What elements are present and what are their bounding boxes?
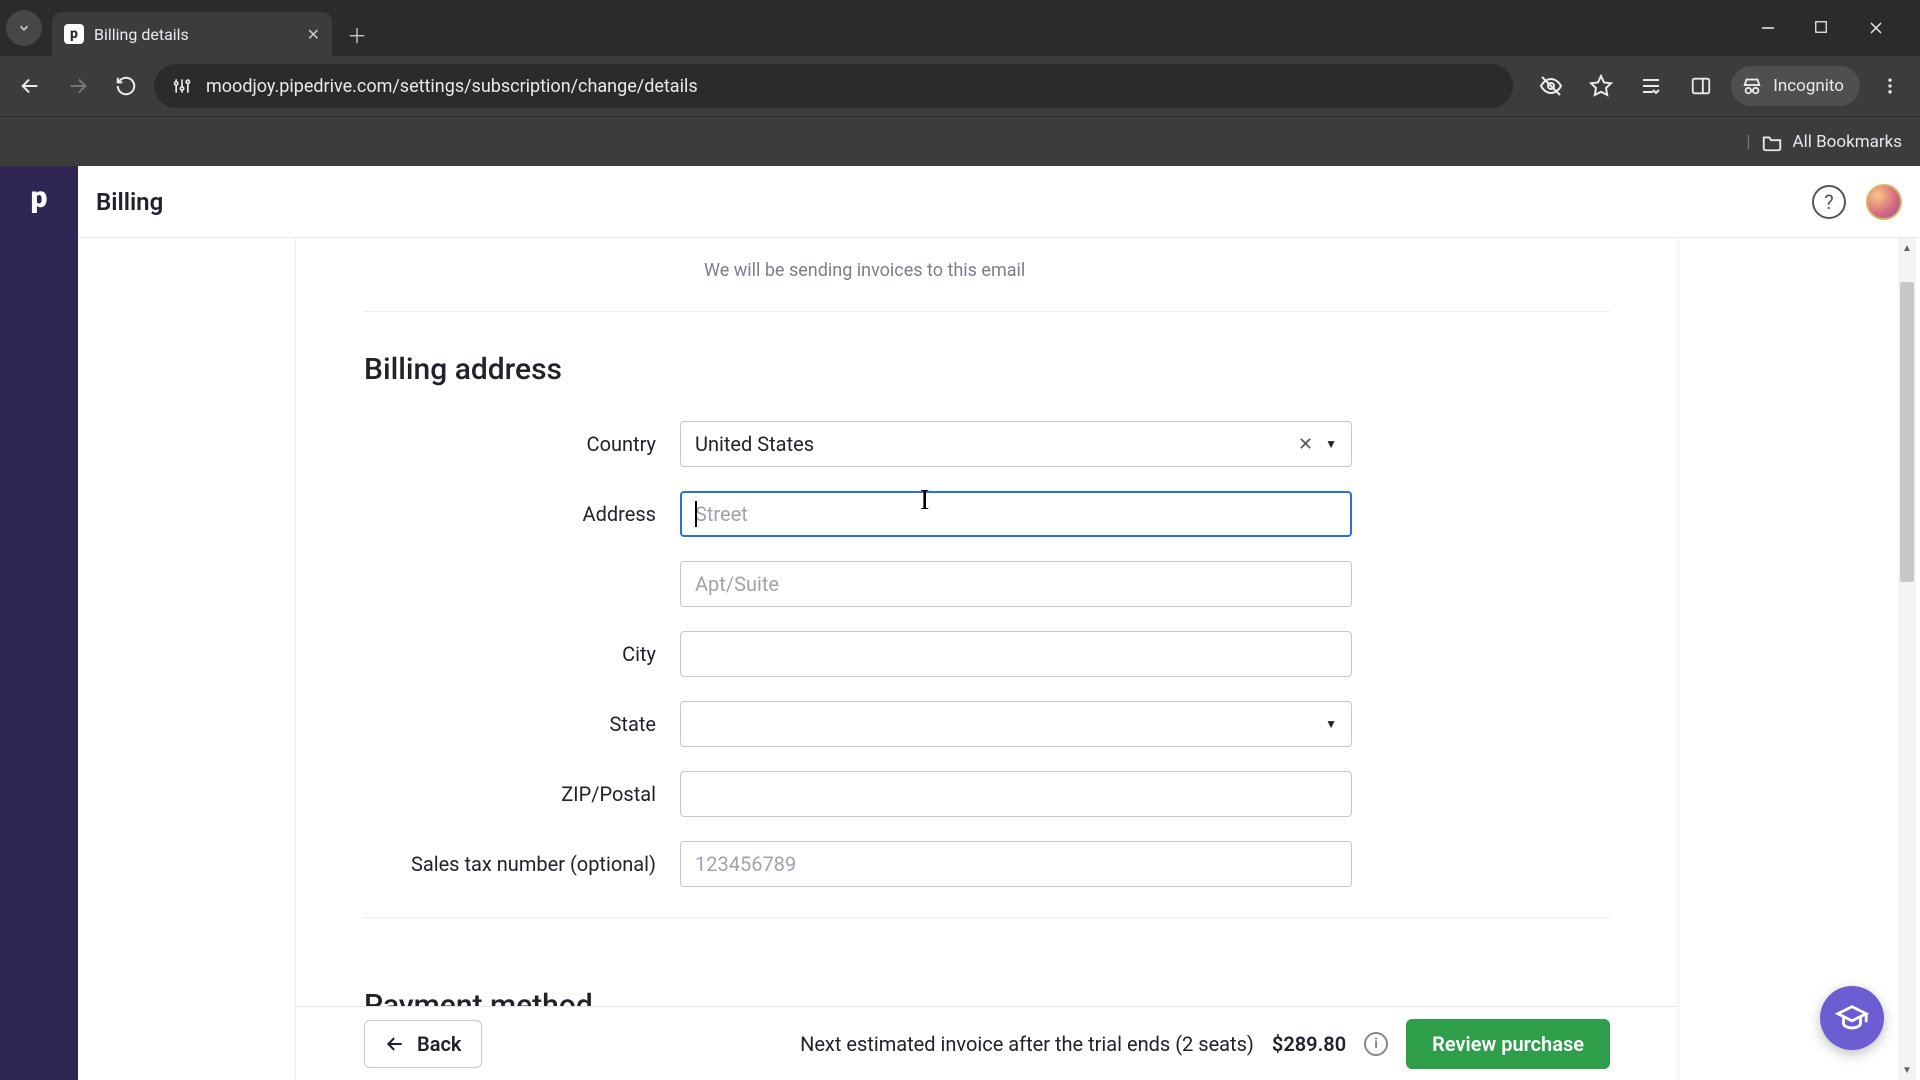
country-value: United States — [695, 432, 1298, 456]
bottom-bar: Back Next estimated invoice after the tr… — [296, 1006, 1678, 1080]
row-address-apt — [364, 561, 1610, 607]
apt-input-wrapper — [680, 561, 1352, 607]
app-header: Billing ? — [78, 166, 1920, 238]
arrow-left-icon — [385, 1034, 405, 1054]
invoice-text: Next estimated invoice after the trial e… — [800, 1032, 1254, 1056]
billing-card: We will be sending invoices to this emai… — [295, 238, 1679, 1080]
new-tab-button[interactable]: ＋ — [340, 17, 374, 51]
tab-favicon: p — [64, 24, 84, 44]
incognito-label: Incognito — [1773, 76, 1844, 96]
app-logo[interactable]: p — [22, 180, 56, 214]
close-window-button[interactable] — [1868, 20, 1896, 36]
scroll-down-icon[interactable]: ▼ — [1898, 1060, 1916, 1080]
city-input[interactable] — [695, 632, 1337, 676]
label-zip: ZIP/Postal — [364, 782, 680, 806]
scroll-up-icon[interactable]: ▲ — [1898, 238, 1916, 258]
separator: | — [1746, 132, 1750, 152]
info-icon[interactable]: i — [1364, 1032, 1388, 1056]
label-country: Country — [364, 432, 680, 456]
scrollbar[interactable]: ▲ ▼ — [1898, 238, 1916, 1080]
city-input-wrapper — [680, 631, 1352, 677]
divider — [364, 917, 1610, 918]
row-tax: Sales tax number (optional) — [364, 841, 1610, 887]
apt-input[interactable] — [695, 562, 1337, 606]
country-select[interactable]: United States ✕ ▼ — [680, 421, 1352, 467]
graduation-cap-icon — [1835, 1001, 1869, 1035]
reload-button[interactable] — [106, 66, 146, 106]
browser-toolbar: moodjoy.pipedrive.com/settings/subscript… — [0, 56, 1920, 116]
row-country: Country United States ✕ ▼ — [364, 421, 1610, 467]
tab-search-button[interactable] — [6, 10, 42, 46]
row-zip: ZIP/Postal — [364, 771, 1610, 817]
scroll-thumb[interactable] — [1900, 282, 1914, 582]
row-city: City — [364, 631, 1610, 677]
window-controls — [1760, 20, 1914, 36]
label-address: Address — [364, 502, 680, 526]
section-title-billing-address: Billing address — [364, 352, 1610, 387]
close-icon[interactable]: ✕ — [307, 25, 320, 44]
street-input[interactable] — [695, 493, 1337, 535]
zip-input[interactable] — [695, 772, 1337, 816]
url-text: moodjoy.pipedrive.com/settings/subscript… — [206, 76, 1495, 97]
tax-input-wrapper — [680, 841, 1352, 887]
incognito-icon — [1741, 75, 1763, 97]
row-address-street: Address I — [364, 491, 1610, 537]
maximize-button[interactable] — [1814, 20, 1842, 36]
browser-menu-icon[interactable] — [1870, 66, 1910, 106]
caret-down-icon: ▼ — [1325, 437, 1337, 451]
minimize-button[interactable] — [1760, 20, 1788, 36]
chevron-down-icon — [17, 21, 31, 35]
tax-input[interactable] — [695, 842, 1337, 886]
bookmarks-bar: | All Bookmarks — [0, 116, 1920, 166]
row-state: State ▼ — [364, 701, 1610, 747]
review-purchase-button[interactable]: Review purchase — [1406, 1019, 1610, 1069]
back-label: Back — [417, 1032, 461, 1056]
folder-icon — [1761, 131, 1783, 153]
divider — [364, 311, 1610, 312]
avatar[interactable] — [1866, 184, 1902, 220]
invoice-amount: $289.80 — [1272, 1032, 1346, 1056]
state-select[interactable]: ▼ — [680, 701, 1352, 747]
browser-chrome: p Billing details ✕ ＋ — [0, 0, 1920, 166]
app-main: Billing ? ▲ ▼ We will be sending invoice… — [78, 166, 1920, 1080]
reading-list-icon[interactable] — [1631, 66, 1671, 106]
side-panel-icon[interactable] — [1681, 66, 1721, 106]
bookmark-star-icon[interactable] — [1581, 66, 1621, 106]
app: p Billing ? ▲ ▼ We will be sending invoi… — [0, 166, 1920, 1080]
tab-title: Billing details — [94, 25, 297, 44]
content-area: ▲ ▼ We will be sending invoices to this … — [78, 238, 1920, 1080]
address-bar[interactable]: moodjoy.pipedrive.com/settings/subscript… — [154, 64, 1513, 108]
help-icon[interactable]: ? — [1812, 185, 1846, 219]
clear-icon[interactable]: ✕ — [1298, 434, 1313, 455]
site-settings-icon[interactable] — [172, 76, 192, 96]
forward-nav-button[interactable] — [58, 66, 98, 106]
zip-input-wrapper — [680, 771, 1352, 817]
label-state: State — [364, 712, 680, 736]
label-city: City — [364, 642, 680, 666]
page-title: Billing — [96, 188, 163, 216]
caret-down-icon: ▼ — [1325, 717, 1337, 731]
tab-strip: p Billing details ✕ ＋ — [0, 0, 1920, 56]
all-bookmarks-button[interactable]: All Bookmarks — [1793, 132, 1902, 152]
label-tax: Sales tax number (optional) — [364, 852, 680, 876]
left-nav-rail: p — [0, 166, 78, 1080]
back-button[interactable]: Back — [364, 1020, 482, 1068]
back-nav-button[interactable] — [10, 66, 50, 106]
browser-tab[interactable]: p Billing details ✕ — [52, 12, 332, 56]
toolbar-right: Incognito — [1521, 66, 1910, 106]
email-helper-text: We will be sending invoices to this emai… — [704, 238, 1610, 281]
help-fab[interactable] — [1820, 986, 1884, 1050]
street-input-wrapper: I — [680, 491, 1352, 537]
eye-off-icon[interactable] — [1531, 66, 1571, 106]
incognito-chip[interactable]: Incognito — [1731, 66, 1860, 106]
review-label: Review purchase — [1432, 1032, 1584, 1056]
